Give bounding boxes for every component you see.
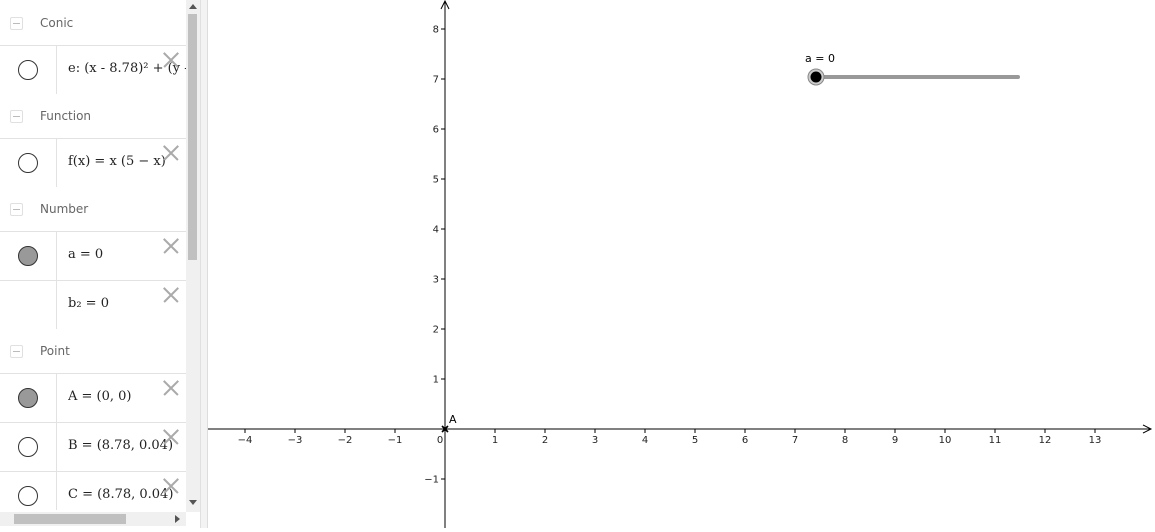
algebra-item[interactable]: f(x) = x (5 − x) — [0, 138, 186, 187]
algebra-item[interactable]: B = (8.78, 0.04) — [0, 422, 186, 471]
point-a-label: A — [449, 413, 457, 426]
scroll-up-arrow-icon[interactable] — [189, 4, 197, 9]
item-separator — [56, 374, 57, 422]
x-tick-label: −3 — [288, 435, 303, 446]
item-separator — [56, 232, 57, 280]
horizontal-scroll-thumb[interactable] — [14, 514, 126, 524]
x-tick-label: −1 — [388, 435, 403, 446]
category-header-point[interactable]: Point — [0, 329, 186, 373]
algebra-item[interactable]: e: (x - 8.78)² + (y - 0.04)² — [0, 45, 186, 94]
item-separator — [56, 472, 57, 510]
category-label: Point — [40, 344, 70, 358]
category-label: Number — [40, 202, 89, 216]
collapse-icon[interactable] — [10, 110, 23, 123]
y-tick-label: 2 — [433, 325, 439, 336]
algebra-item[interactable]: A = (0, 0) — [0, 373, 186, 422]
y-tick-label: 3 — [433, 275, 439, 286]
scroll-right-arrow-icon[interactable] — [175, 515, 180, 523]
x-tick-label: 13 — [1089, 435, 1102, 446]
collapse-icon[interactable] — [10, 345, 23, 358]
collapse-icon[interactable] — [10, 17, 23, 30]
delete-icon[interactable] — [162, 379, 180, 397]
algebra-list: Conic e: (x - 8.78)² + (y - 0.04)² Functio… — [0, 0, 186, 510]
category-header-number[interactable]: Number — [0, 187, 186, 231]
graphics-canvas[interactable]: −4 −3 −2 −1 0 1 2 3 4 5 6 7 8 9 10 11 12 1387654321−1Aa =… — [208, 0, 1155, 528]
algebra-item[interactable]: a = 0 — [0, 231, 186, 280]
x-tick-label: 3 — [592, 435, 598, 446]
delete-icon[interactable] — [162, 144, 180, 162]
y-tick-label: 4 — [433, 225, 439, 236]
slider-knob[interactable] — [810, 71, 822, 83]
visibility-toggle-icon[interactable] — [18, 153, 38, 173]
x-tick-label: −4 — [238, 435, 253, 446]
x-tick-label: 7 — [792, 435, 798, 446]
algebra-item[interactable]: C = (8.78, 0.04) — [0, 471, 186, 510]
item-separator — [56, 139, 57, 187]
delete-icon[interactable] — [162, 477, 180, 495]
category-label: Conic — [40, 16, 74, 30]
y-tick-label: 5 — [433, 175, 439, 186]
scroll-down-arrow-icon[interactable] — [189, 500, 197, 505]
delete-icon[interactable] — [162, 51, 180, 69]
x-tick-label: 1 — [492, 435, 498, 446]
item-separator — [56, 281, 57, 329]
category-header-conic[interactable]: Conic — [0, 1, 186, 45]
view-splitter[interactable] — [200, 0, 208, 528]
y-tick-label: 6 — [433, 125, 439, 136]
visibility-toggle-icon[interactable] — [18, 246, 38, 266]
x-tick-label: 10 — [939, 435, 952, 446]
delete-icon[interactable] — [162, 237, 180, 255]
x-tick-label: 4 — [642, 435, 648, 446]
x-tick-label: 5 — [692, 435, 698, 446]
visibility-toggle-icon[interactable] — [18, 60, 38, 80]
vertical-scroll-thumb[interactable] — [188, 14, 197, 260]
x-tick-label: 12 — [1039, 435, 1052, 446]
y-tick-label: 8 — [433, 25, 439, 36]
category-label: Function — [40, 109, 92, 123]
algebra-vertical-scrollbar[interactable] — [186, 0, 200, 512]
y-tick-label: 7 — [433, 75, 439, 86]
algebra-horizontal-scrollbar[interactable] — [0, 512, 186, 526]
delete-icon[interactable] — [162, 286, 180, 304]
graphics-view[interactable]: −4 −3 −2 −1 0 1 2 3 4 5 6 7 8 9 10 11 12 13 8 7 6 5 4 3 2 1 −1 Aa =… — [208, 0, 1155, 528]
collapse-icon[interactable] — [10, 203, 23, 216]
category-header-function[interactable]: Function — [0, 94, 186, 138]
x-tick-label: −2 — [338, 435, 353, 446]
x-tick-label: 11 — [989, 435, 1002, 446]
x-tick-label: 0 — [437, 435, 443, 446]
visibility-toggle-icon[interactable] — [18, 388, 38, 408]
x-tick-label: 8 — [842, 435, 848, 446]
y-tick-label: −1 — [424, 475, 439, 486]
slider-label: a = 0 — [805, 52, 835, 65]
visibility-toggle-icon[interactable] — [18, 486, 38, 506]
y-tick-label: 1 — [433, 375, 439, 386]
item-separator — [56, 423, 57, 471]
delete-icon[interactable] — [162, 428, 180, 446]
algebra-item[interactable]: b₂ = 0 — [0, 280, 186, 329]
item-separator — [56, 46, 57, 94]
x-tick-label: 9 — [892, 435, 898, 446]
algebra-view: Conic e: (x - 8.78)² + (y - 0.04)² Functio… — [0, 0, 200, 528]
x-tick-label: 6 — [742, 435, 748, 446]
visibility-toggle-icon[interactable] — [18, 437, 38, 457]
x-tick-label: 2 — [542, 435, 548, 446]
